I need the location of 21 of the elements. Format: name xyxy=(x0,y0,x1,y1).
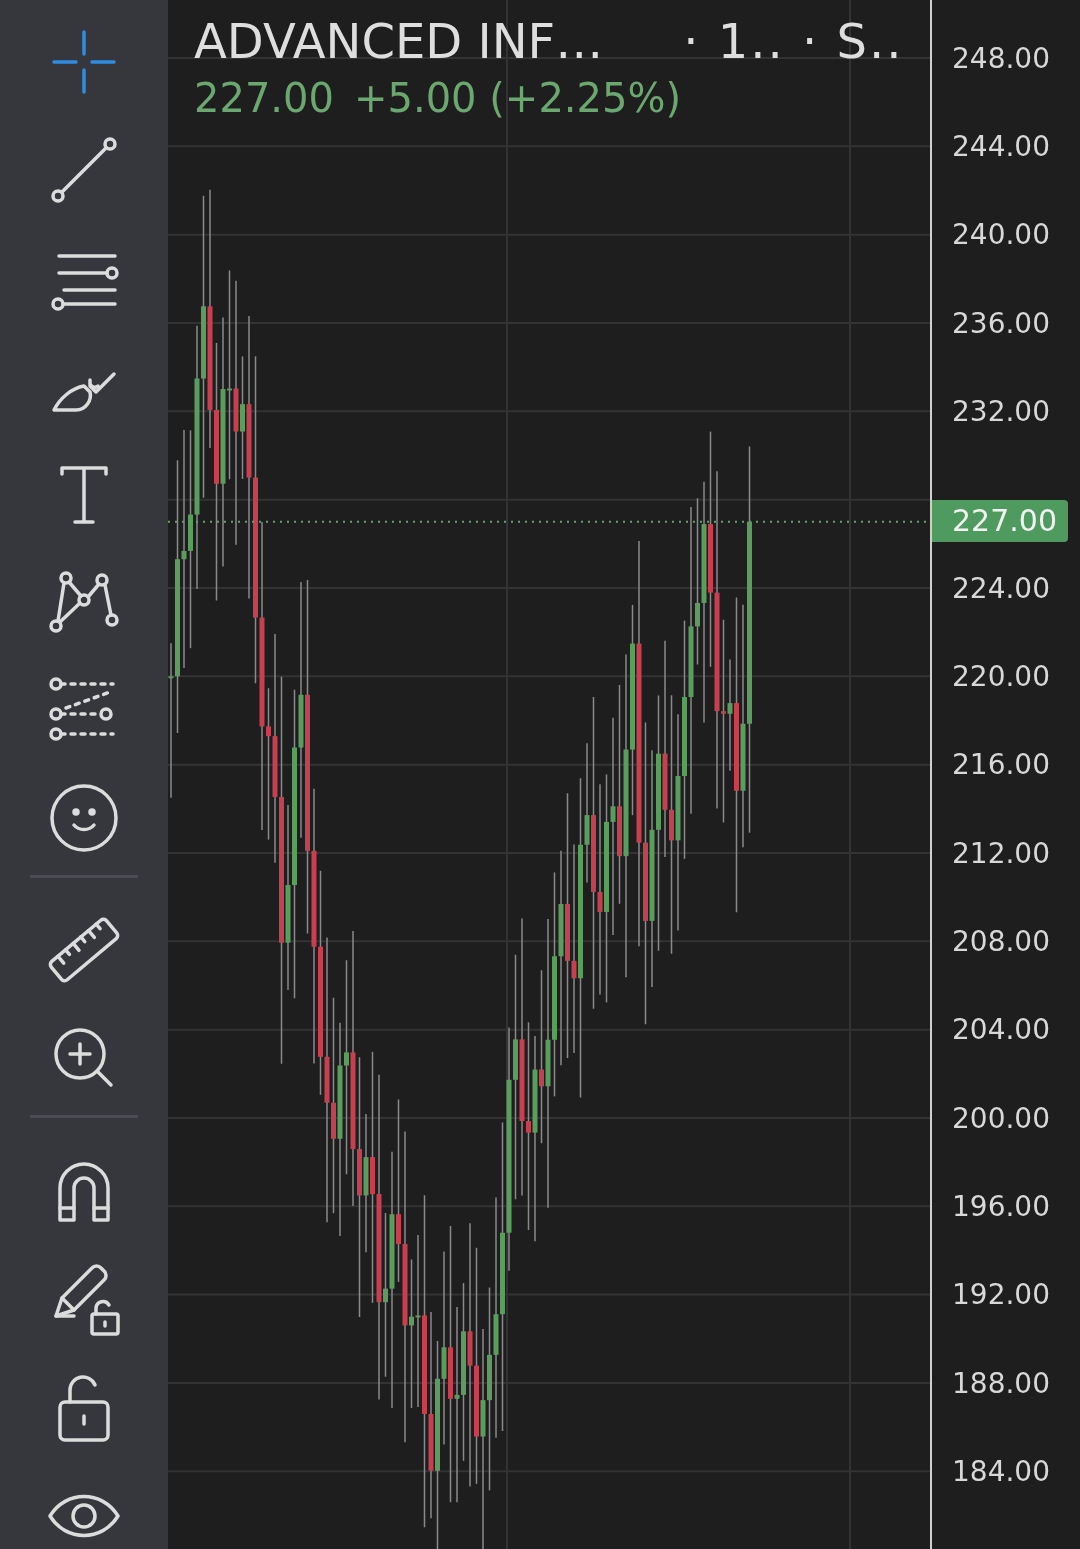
price-tick-label: 192.00 xyxy=(952,1278,1050,1312)
price-tick-label: 232.00 xyxy=(952,394,1050,428)
price-tick-label: 220.00 xyxy=(952,659,1050,693)
price-change: +5.00 (+2.25%) xyxy=(353,74,682,123)
price-tick-label: 216.00 xyxy=(952,748,1050,782)
price-tick-label: 188.00 xyxy=(952,1366,1050,1400)
price-tick-label: 184.00 xyxy=(952,1454,1050,1488)
price-tick-label: 248.00 xyxy=(952,41,1050,75)
interval-label: · 1.. · S.. xyxy=(683,12,904,71)
price-tick-label: 224.00 xyxy=(952,571,1050,605)
price-tick-label: 236.00 xyxy=(952,306,1050,340)
symbol-name: ADVANCED INF… xyxy=(194,12,604,71)
price-tick-label: 240.00 xyxy=(952,218,1050,252)
price-tick-label: 204.00 xyxy=(952,1013,1050,1047)
price-tick-label: 212.00 xyxy=(952,836,1050,870)
price-tick-label: 196.00 xyxy=(952,1189,1050,1223)
price-tick-label: 200.00 xyxy=(952,1101,1050,1135)
current-price-tag: 227.00 xyxy=(932,499,1068,542)
price-tick-label: 208.00 xyxy=(952,924,1050,958)
last-price: 227.00 xyxy=(194,74,334,123)
price-tick-label: 244.00 xyxy=(952,130,1050,163)
